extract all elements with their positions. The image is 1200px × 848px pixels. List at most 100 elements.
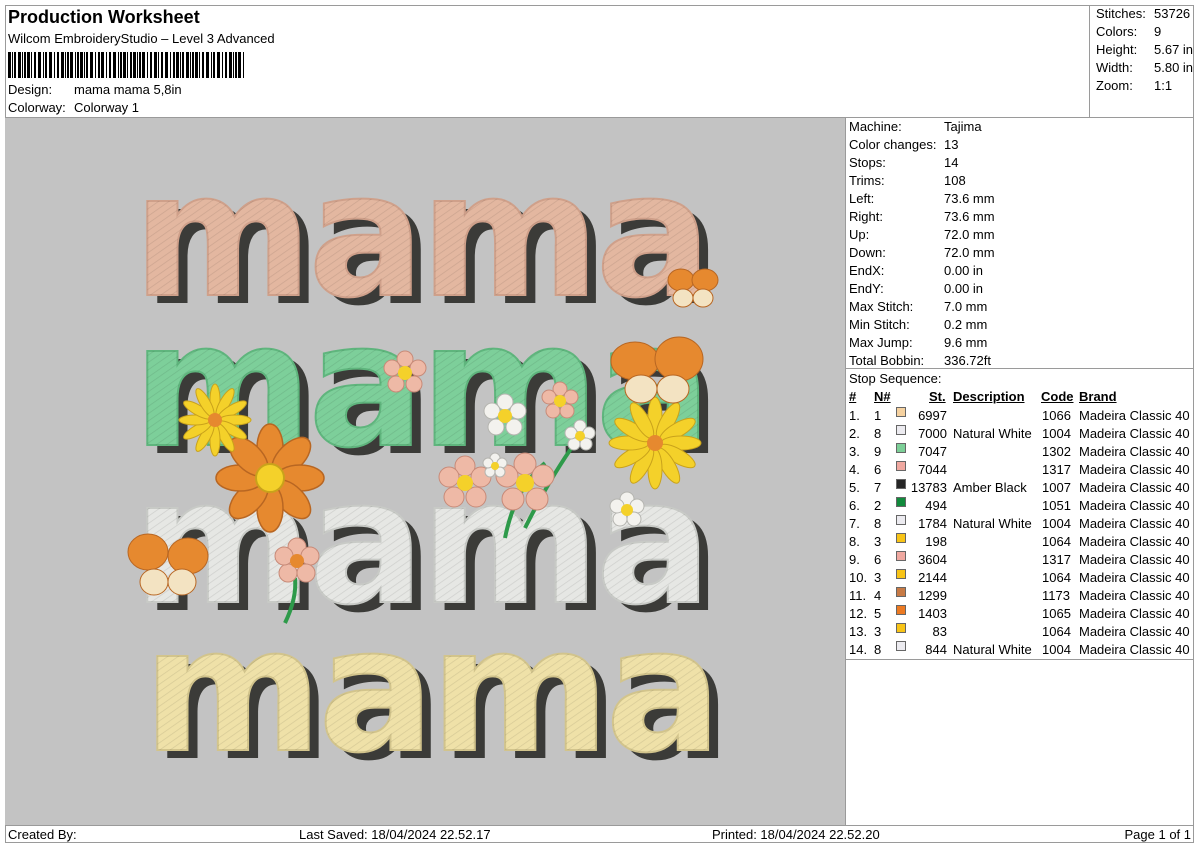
stitch-count: 7000: [918, 426, 947, 441]
needle-number: 8: [874, 516, 882, 531]
stitch-count: 7047: [918, 444, 947, 459]
thread-brand: Madeira Classic 40: [1079, 606, 1190, 621]
info-label: Up:: [849, 227, 870, 242]
thread-brand: Madeira Classic 40: [1079, 570, 1190, 585]
color-swatch: [896, 605, 906, 615]
stitch-count: 494: [925, 498, 947, 513]
color-swatch: [896, 407, 906, 417]
thread-code: 1065: [1042, 606, 1071, 621]
needle-number: 3: [874, 534, 882, 549]
machine-info-row: EndY: 0.00 in: [849, 280, 983, 298]
info-value: 72.0 mm: [944, 245, 995, 260]
thread-code: 1173: [1042, 588, 1070, 603]
info-value: 14: [944, 155, 959, 170]
col-header-num: #: [849, 389, 857, 404]
stop-index: 6.: [849, 498, 860, 513]
thread-code: 1051: [1042, 498, 1071, 513]
worksheet-footer: Created By: Last Saved: 18/04/2024 22.52…: [5, 825, 1194, 843]
stop-row: 2. 8 7000 Natural White 1004 Madeira Classic …: [846, 425, 1194, 443]
stat-label: Width:: [1096, 60, 1133, 75]
thread-code: 1004: [1042, 516, 1071, 531]
thread-code: 1064: [1042, 534, 1071, 549]
machine-info-row: Machine: Tajima: [849, 118, 982, 136]
col-header-code: Code: [1041, 389, 1074, 404]
thread-code: 1064: [1042, 570, 1071, 585]
thread-description: Natural White: [953, 642, 1032, 657]
info-label: Color changes:: [849, 137, 937, 152]
info-label: Machine:: [849, 119, 902, 134]
stop-index: 11.: [849, 588, 867, 603]
info-label: Max Jump:: [849, 335, 913, 350]
divider: [846, 659, 1194, 660]
stop-index: 12.: [849, 606, 868, 621]
stitch-count: 6997: [918, 408, 947, 423]
info-value: 336.72ft: [944, 353, 991, 368]
thread-brand: Madeira Classic 40: [1079, 426, 1190, 441]
stop-row: 8. 3 198 1064 Madeira Classic 40: [846, 533, 1194, 551]
info-label: Right:: [849, 209, 883, 224]
thread-code: 1302: [1042, 444, 1071, 459]
stitch-count: 1299: [918, 588, 947, 603]
stitch-count: 2144: [918, 570, 947, 585]
stop-index: 8.: [849, 534, 860, 549]
stitch-count: 7044: [918, 462, 947, 477]
mama-texture: mama: [143, 590, 718, 791]
stat-width: Width: 5.80 in: [1096, 60, 1193, 75]
color-swatch: [896, 569, 906, 579]
stop-index: 2.: [849, 426, 860, 441]
col-header-brand: Brand: [1079, 389, 1117, 404]
machine-info-row: Min Stitch: 0.2 mm: [849, 316, 987, 334]
needle-number: 6: [874, 462, 882, 477]
needle-number: 8: [874, 426, 882, 441]
stop-row: 6. 2 494 1051 Madeira Classic 40: [846, 497, 1194, 515]
thread-code: 1064: [1042, 624, 1071, 639]
machine-info-row: Color changes: 13: [849, 136, 958, 154]
needle-number: 9: [874, 444, 882, 459]
mama-row-4: mama mama mama: [142, 589, 732, 799]
design-label: Design:: [8, 82, 53, 97]
stat-label: Zoom:: [1096, 78, 1133, 93]
stitch-count: 844: [925, 642, 947, 657]
divider: [846, 368, 1194, 369]
stop-index: 7.: [849, 516, 860, 531]
needle-number: 4: [874, 588, 882, 603]
stop-index: 13.: [849, 624, 868, 639]
machine-info-row: Stops: 14: [849, 154, 958, 172]
info-panel: Machine: Tajima Color changes: 13 Stops: 14 Tr…: [846, 118, 1194, 825]
page-title: Production Worksheet: [8, 7, 200, 27]
stat-value: 53726: [1154, 6, 1191, 21]
info-value: 0.00 in: [944, 281, 984, 296]
machine-info-row: EndX: 0.00 in: [849, 262, 983, 280]
stop-row: 9. 6 3604 1317 Madeira Classic 40: [846, 551, 1194, 569]
colorway-label: Colorway:: [8, 100, 66, 115]
thread-code: 1317: [1042, 462, 1071, 477]
stop-row: 11. 4 1299 1173 Madeira Classic 40: [846, 587, 1194, 605]
col-header-description: Description: [953, 389, 1025, 404]
needle-number: 1: [874, 408, 882, 423]
stop-index: 9.: [849, 552, 860, 567]
thread-brand: Madeira Classic 40: [1079, 516, 1190, 531]
design-value: mama mama 5,8in: [74, 82, 182, 97]
stop-index: 10.: [849, 570, 868, 585]
stat-label: Colors:: [1096, 24, 1138, 39]
machine-info-row: Max Jump: 9.6 mm: [849, 334, 987, 352]
info-value: 7.0 mm: [944, 299, 988, 314]
stop-index: 3.: [849, 444, 860, 459]
thread-description: Natural White: [953, 426, 1032, 441]
thread-brand: Madeira Classic 40: [1079, 642, 1190, 657]
stop-row: 1. 1 6997 1066 Madeira Classic 40: [846, 407, 1194, 425]
info-label: Max Stitch:: [849, 299, 914, 314]
stat-value: 9: [1154, 24, 1162, 39]
stats-panel: Stitches: 53726 Colors: 9 Height: 5.67 in W…: [1090, 5, 1194, 118]
thread-description: Natural White: [953, 516, 1032, 531]
info-value: 13: [944, 137, 959, 152]
stop-index: 1.: [849, 408, 860, 423]
design-row: Design: mama mama 5,8in: [8, 82, 182, 97]
machine-info-row: Trims: 108: [849, 172, 966, 190]
machine-info-row: Up: 72.0 mm: [849, 226, 995, 244]
stat-label: Stitches:: [1096, 6, 1146, 21]
stop-row: 14. 8 844 Natural White 1004 Madeira Classic …: [846, 641, 1194, 659]
thread-brand: Madeira Classic 40: [1079, 408, 1190, 423]
machine-info-row: Right: 73.6 mm: [849, 208, 995, 226]
needle-number: 8: [874, 642, 882, 657]
